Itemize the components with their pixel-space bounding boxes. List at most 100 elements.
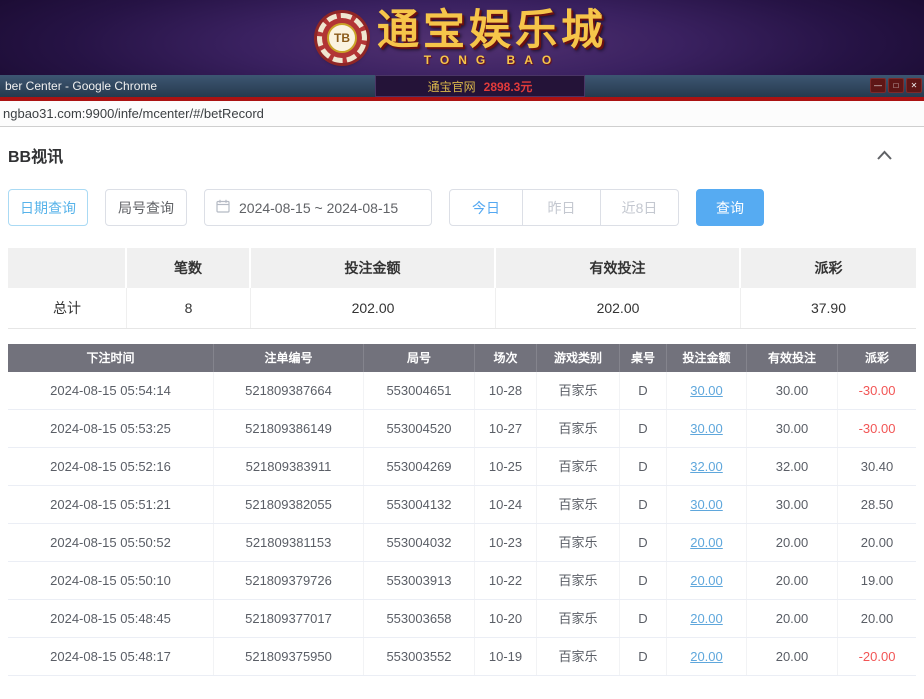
maximize-button[interactable]: □: [888, 78, 904, 93]
col-header-bet-time: 下注时间: [8, 344, 214, 372]
order-number-cell: 521809381153: [214, 524, 364, 561]
payout-cell: 19.00: [838, 562, 916, 599]
bet-amount-link[interactable]: 30.00: [690, 383, 723, 398]
table-row: 2024-08-15 05:51:21 521809382055 5530041…: [8, 486, 916, 524]
session-cell: 10-27: [475, 410, 537, 447]
bet-amount-link[interactable]: 32.00: [690, 459, 723, 474]
today-button[interactable]: 今日: [449, 189, 523, 226]
table-number-cell: D: [620, 448, 667, 485]
col-header-order-number: 注单编号: [214, 344, 364, 372]
round-number-cell: 553004132: [364, 486, 475, 523]
session-cell: 10-24: [475, 486, 537, 523]
summary-count: 8: [127, 288, 251, 328]
close-button[interactable]: ✕: [906, 78, 922, 93]
valid-bet-cell: 20.00: [747, 600, 838, 637]
session-cell: 10-23: [475, 524, 537, 561]
valid-bet-cell: 30.00: [747, 486, 838, 523]
round-number-cell: 553004269: [364, 448, 475, 485]
chip-monogram: TB: [327, 23, 357, 53]
col-header-game-type: 游戏类别: [537, 344, 620, 372]
bet-amount-link[interactable]: 20.00: [690, 649, 723, 664]
summary-header-row: 笔数 投注金额 有效投注 派彩: [8, 248, 916, 288]
order-number-cell: 521809382055: [214, 486, 364, 523]
bet-amount-link[interactable]: 20.00: [690, 573, 723, 588]
payout-cell: 20.00: [838, 600, 916, 637]
table-row: 2024-08-15 05:54:14 521809387664 5530046…: [8, 372, 916, 410]
date-range-input[interactable]: 2024-08-15 ~ 2024-08-15: [204, 189, 432, 226]
session-cell: 10-28: [475, 372, 537, 409]
poker-chip-icon: TB: [317, 13, 367, 63]
table-row: 2024-08-15 05:50:10 521809379726 5530039…: [8, 562, 916, 600]
valid-bet-cell: 30.00: [747, 372, 838, 409]
date-query-button[interactable]: 日期查询: [8, 189, 88, 226]
round-number-cell: 553004520: [364, 410, 475, 447]
payout-cell: 28.50: [838, 486, 916, 523]
bet-time-cell: 2024-08-15 05:54:14: [8, 372, 214, 409]
round-number-cell: 553004651: [364, 372, 475, 409]
window-title: ber Center - Google Chrome: [0, 79, 157, 93]
valid-bet-cell: 20.00: [747, 562, 838, 599]
table-number-cell: D: [620, 486, 667, 523]
summary-valid-bet: 202.00: [496, 288, 741, 328]
table-number-cell: D: [620, 562, 667, 599]
col-header-session: 场次: [475, 344, 537, 372]
table-number-cell: D: [620, 600, 667, 637]
bet-table-body: 2024-08-15 05:54:14 521809387664 5530046…: [8, 372, 916, 676]
round-number-cell: 553003913: [364, 562, 475, 599]
summary-bet-amount: 202.00: [251, 288, 496, 328]
last-8-days-button[interactable]: 近8日: [601, 189, 679, 226]
bet-amount-link[interactable]: 20.00: [690, 611, 723, 626]
bet-time-cell: 2024-08-15 05:48:17: [8, 638, 214, 675]
bet-amount-cell: 30.00: [667, 372, 747, 409]
bet-amount-link[interactable]: 30.00: [690, 421, 723, 436]
url-text[interactable]: ngbao31.com:9900/infe/mcenter/#/betRecor…: [0, 106, 264, 121]
payout-cell: -30.00: [838, 410, 916, 447]
summary-header-valid-bet: 有效投注: [496, 248, 741, 288]
table-row: 2024-08-15 05:50:52 521809381153 5530040…: [8, 524, 916, 562]
minimize-button[interactable]: —: [870, 78, 886, 93]
game-type-cell: 百家乐: [537, 486, 620, 523]
summary-header-blank: [8, 248, 127, 288]
yesterday-button[interactable]: 昨日: [523, 189, 601, 226]
game-type-cell: 百家乐: [537, 524, 620, 561]
session-cell: 10-19: [475, 638, 537, 675]
bet-time-cell: 2024-08-15 05:50:52: [8, 524, 214, 561]
round-query-button[interactable]: 局号查询: [105, 189, 187, 226]
window-controls: — □ ✕: [870, 78, 922, 93]
logo-text: 通宝娱乐城 TONG BAO: [377, 9, 607, 67]
page-content: BB视讯 日期查询 局号查询 2024-08-15 ~ 2024-08-15 今…: [0, 127, 924, 699]
date-range-value: 2024-08-15 ~ 2024-08-15: [239, 200, 398, 216]
bet-record-table: 下注时间 注单编号 局号 场次 游戏类别 桌号 投注金额 有效投注 派彩 202…: [8, 344, 916, 676]
game-type-cell: 百家乐: [537, 372, 620, 409]
bet-amount-cell: 20.00: [667, 600, 747, 637]
payout-cell: -30.00: [838, 372, 916, 409]
bet-amount-link[interactable]: 30.00: [690, 497, 723, 512]
order-number-cell: 521809379726: [214, 562, 364, 599]
session-cell: 10-25: [475, 448, 537, 485]
logo-title: 通宝娱乐城: [377, 9, 607, 51]
valid-bet-cell: 20.00: [747, 524, 838, 561]
valid-bet-cell: 20.00: [747, 638, 838, 675]
bet-amount-link[interactable]: 20.00: [690, 535, 723, 550]
section-title: BB视讯: [8, 143, 63, 167]
casino-logo: TB 通宝娱乐城 TONG BAO: [317, 9, 607, 67]
bet-time-cell: 2024-08-15 05:50:10: [8, 562, 214, 599]
balance-badge-value: 2898.3元: [484, 78, 533, 95]
collapse-chevron-icon[interactable]: [876, 150, 893, 161]
col-header-payout: 派彩: [838, 344, 916, 372]
order-number-cell: 521809383911: [214, 448, 364, 485]
col-header-round-number: 局号: [364, 344, 475, 372]
table-row: 2024-08-15 05:48:17 521809375950 5530035…: [8, 638, 916, 676]
filter-bar: 日期查询 局号查询 2024-08-15 ~ 2024-08-15 今日 昨日 …: [8, 189, 916, 226]
section-header: BB视讯: [0, 127, 924, 167]
col-header-bet-amount: 投注金额: [667, 344, 747, 372]
table-number-cell: D: [620, 372, 667, 409]
game-type-cell: 百家乐: [537, 410, 620, 447]
bet-amount-cell: 32.00: [667, 448, 747, 485]
balance-badge: 通宝官网 2898.3元: [375, 75, 585, 97]
browser-address-bar[interactable]: ngbao31.com:9900/infe/mcenter/#/betRecor…: [0, 101, 924, 127]
quick-date-group: 今日 昨日 近8日: [449, 189, 679, 226]
search-button[interactable]: 查询: [696, 189, 764, 226]
bet-time-cell: 2024-08-15 05:51:21: [8, 486, 214, 523]
table-row: 2024-08-15 05:53:25 521809386149 5530045…: [8, 410, 916, 448]
